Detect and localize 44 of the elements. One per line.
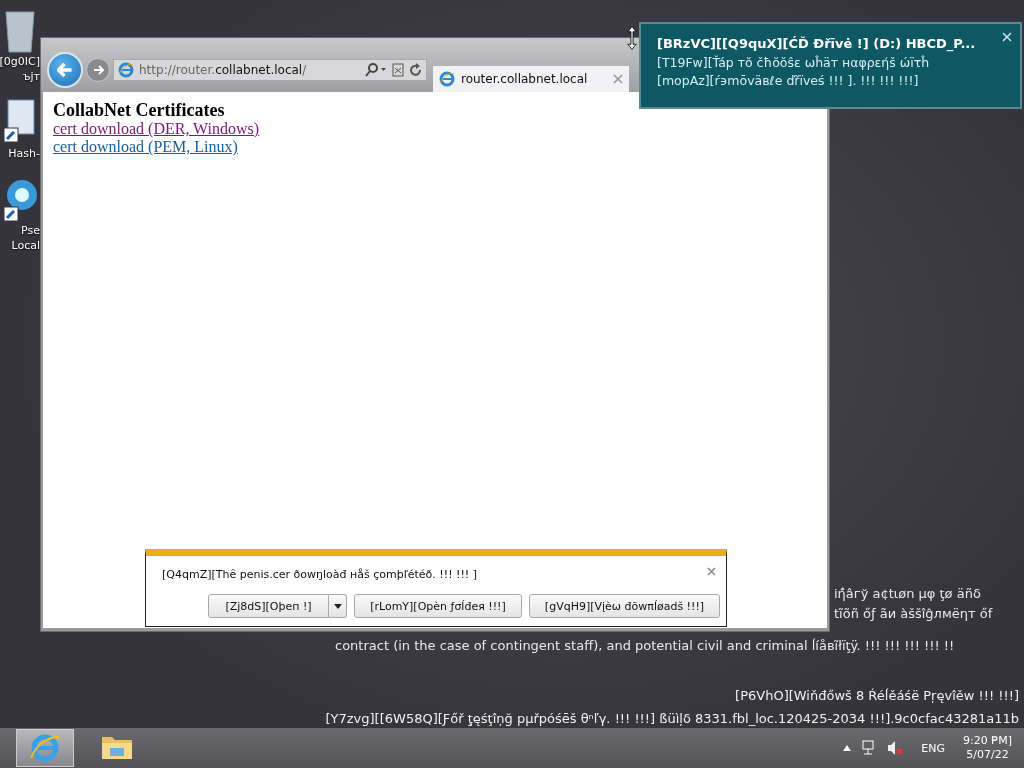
download-action-button[interactable]: [gVqH9][Vįèω đõwπĺøadš !!!]	[529, 594, 720, 618]
notification-text: [T19Fw][Ťáp тŏ čħŏŏŝε ωĥäт нαφρεήš ώïτĥ [mopAz][ŕ϶mōväвℓe ďřïveś !!! ]. !!! !!! !!!]	[657, 54, 931, 90]
clock-date[interactable]: 5/07/22	[966, 748, 1009, 762]
address-bar[interactable]: http://router.collabnet.local/	[113, 59, 427, 81]
refresh-icon[interactable]	[409, 63, 422, 77]
legal-text-line: tĩõñ őƒ ãи àššîĝлмëηт őf	[834, 605, 993, 623]
download-action-button[interactable]: [rLomY][Opèn ƒσĺđeя !!!]	[354, 594, 522, 618]
volume-icon[interactable]	[887, 740, 904, 756]
forward-arrow-icon	[92, 65, 104, 75]
dropdown-button[interactable]	[329, 594, 347, 618]
browser-tab[interactable]: router.collabnet.local	[433, 66, 629, 92]
page-heading: CollabNet Certificates	[53, 100, 225, 120]
icon-label: ъjт	[22, 69, 40, 84]
browser-logo-icon	[118, 62, 134, 78]
build-info-text: [P6VhO][Wiňđőwš 8 Ŕéĺěáśë Pŗęvîěw !!! !!!]	[734, 687, 1019, 705]
download-link[interactable]: cert download (DER, Windows)	[53, 120, 260, 138]
notification-title: [BRzVC][[Q9quX][ĆĎ Đřīvė !] (D:) HBCD_P...	[657, 36, 977, 51]
language-indicator[interactable]: ENG	[921, 741, 945, 755]
icon-label: [0g0IC]	[0, 54, 40, 69]
search-icon[interactable]	[365, 63, 387, 77]
compatibility-icon[interactable]	[392, 63, 404, 77]
caret-icon	[333, 603, 342, 609]
back-button[interactable]	[47, 52, 83, 88]
back-arrow-icon	[57, 63, 73, 77]
icon-label: Pse	[21, 223, 40, 238]
browser-logo-icon	[30, 734, 60, 762]
close-icon[interactable]	[613, 74, 623, 84]
resize-cursor-icon	[627, 26, 637, 50]
legal-text-line: contract (in the case of contingent staff), and potential civil and criminal ĺíåвĩłïţÿ. !!! !!! !!! !!! !!	[335, 637, 955, 655]
icon-label: Hash-	[8, 146, 40, 161]
close-icon[interactable]	[707, 567, 716, 576]
icon-label: Local	[11, 238, 40, 253]
download-link[interactable]: cert download (PEM, Linux)	[53, 138, 238, 156]
folder-icon	[102, 737, 132, 759]
clock-time[interactable]: 9:20 ₱M]	[963, 734, 1012, 748]
legal-text-line: іή̂âгў a¢tιøn µφ ţø äñδ	[834, 585, 981, 603]
build-info-text: [Y7zvg][[6W58Q][Ƒőř ţ̧ęśţîņğ pµřpóśēš θⁿľγ. !!! !!!] ßüìļδ 8331.fbl_loc.120425-2034 !!!].9c0cfac43281a11b	[325, 710, 1019, 728]
open-button[interactable]: [Zj8dS][Oþeп !]	[208, 594, 329, 618]
forward-button[interactable]	[86, 58, 110, 82]
show-hidden-icons-icon[interactable]	[843, 745, 852, 751]
download-message: [Q4qmZ][Thȇ penis.cer ðowŋloàđ нåš çomþľétéð. !!! !!! ]	[162, 568, 478, 581]
url-text: http://router.collabnet.local/	[139, 63, 308, 77]
notification-toast[interactable]: [BRzVC][[Q9quX][ĆĎ Đřīvė !] (D:) HBCD_P... [T19Fw][Ťáp тŏ čħŏŏŝε ωĥäт нαφρεήš ώïτĥ [mopAz][ŕ϶mōväвℓe ďřïveś !!! ]. !!! !!! !!!]	[639, 22, 1022, 109]
browser-logo-icon	[439, 71, 455, 87]
